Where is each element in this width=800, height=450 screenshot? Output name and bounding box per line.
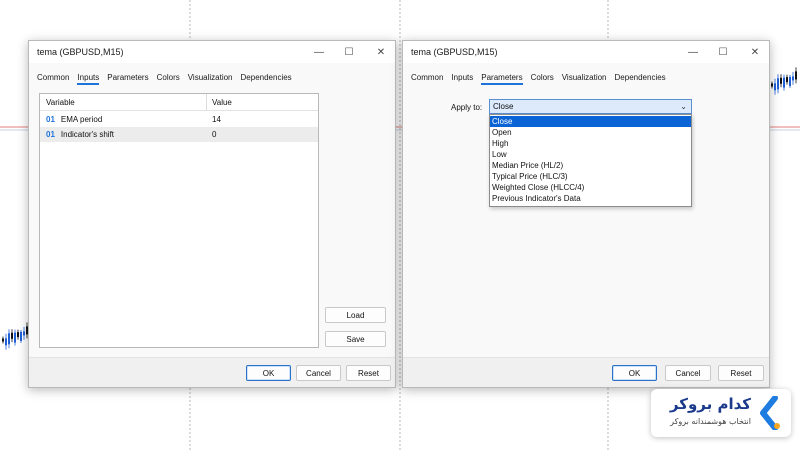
table-row[interactable]: 01 EMA period 14 — [40, 112, 318, 127]
tab-dependencies[interactable]: Dependencies — [615, 73, 666, 84]
minimize-icon[interactable]: — — [684, 44, 702, 60]
reset-button[interactable]: Reset — [346, 365, 391, 381]
int-type-icon: 01 — [46, 130, 55, 139]
dialog-footer: OK Cancel Reset — [29, 357, 395, 387]
grid-header: Variable Value — [40, 94, 318, 111]
candles-right — [771, 67, 797, 95]
tab-common[interactable]: Common — [411, 73, 443, 84]
brand-logo: کدام بروکر انتخاب هوشمندانه بروکر — [651, 389, 791, 437]
row-value-cell[interactable]: 14 — [206, 112, 221, 127]
brand-name: کدام بروکر — [669, 395, 751, 413]
title-bar[interactable]: tema (GBPUSD,M15) — ☐ ✕ — [403, 41, 769, 63]
brand-chevron-icon — [760, 396, 780, 430]
reset-button[interactable]: Reset — [718, 365, 764, 381]
candle-body — [8, 333, 10, 345]
int-type-icon: 01 — [46, 115, 55, 124]
apply-to-value: Close — [493, 102, 514, 111]
candle-body — [11, 332, 13, 339]
candle-body — [17, 332, 19, 338]
dropdown-option[interactable]: Typical Price (HLC/3) — [490, 171, 691, 182]
window-title: tema (GBPUSD,M15) — [411, 47, 498, 57]
variable-name: Indicator's shift — [60, 130, 115, 139]
close-icon[interactable]: ✕ — [746, 44, 764, 60]
tab-inputs[interactable]: Inputs — [451, 73, 473, 84]
apply-to-label: Apply to: — [451, 103, 483, 112]
tab-colors[interactable]: Colors — [531, 73, 554, 84]
candle-body — [786, 77, 788, 83]
tab-bar: Common Inputs Parameters Colors Visualizatio… — [411, 73, 674, 87]
cancel-button[interactable]: Cancel — [665, 365, 711, 381]
dropdown-option[interactable]: High — [490, 138, 691, 149]
title-bar[interactable]: tema (GBPUSD,M15) — ☐ ✕ — [29, 41, 395, 63]
close-icon[interactable]: ✕ — [372, 44, 390, 60]
dropdown-option[interactable]: Close — [490, 116, 691, 127]
candle-body — [783, 77, 785, 88]
dropdown-option[interactable]: Open — [490, 127, 691, 138]
candle-body — [789, 76, 791, 86]
dropdown-option[interactable]: Median Price (HL/2) — [490, 160, 691, 171]
window-title: tema (GBPUSD,M15) — [37, 47, 124, 57]
save-button[interactable]: Save — [325, 331, 386, 347]
tab-visualization[interactable]: Visualization — [562, 73, 607, 84]
apply-to-select[interactable]: Close ⌄ — [489, 99, 692, 114]
dropdown-option[interactable]: Weighted Close (HLCC/4) — [490, 182, 691, 193]
candle-body — [20, 331, 22, 341]
candle-body — [771, 83, 773, 87]
candle-body — [795, 71, 797, 80]
tab-bar: Common Inputs Parameters Colors Visualizatio… — [37, 73, 300, 87]
minimize-icon[interactable]: — — [310, 44, 328, 60]
chevron-down-icon[interactable]: ⌄ — [680, 102, 687, 111]
tab-visualization[interactable]: Visualization — [188, 73, 233, 84]
dropdown-option[interactable]: Low — [490, 149, 691, 160]
candle-body — [14, 332, 16, 343]
apply-to-dropdown-list: Close Open High Low Median Price (HL/2) … — [489, 114, 692, 207]
indicator-dialog-inputs: tema (GBPUSD,M15) — ☐ ✕ Common Inputs Para… — [28, 40, 396, 388]
table-row[interactable]: 01 Indicator's shift 0 — [40, 127, 318, 142]
dialog-footer: OK Cancel Reset — [403, 357, 769, 387]
column-header-value[interactable]: Value — [206, 94, 232, 110]
row-variable-cell: 01 EMA period — [40, 112, 102, 127]
maximize-icon[interactable]: ☐ — [340, 44, 358, 60]
candle-body — [2, 338, 4, 342]
candle-body — [792, 76, 794, 81]
brand-tagline: انتخاب هوشمندانه بروکر — [670, 417, 751, 426]
load-button[interactable]: Load — [325, 307, 386, 323]
candle-body — [777, 78, 779, 90]
ok-button[interactable]: OK — [612, 365, 657, 381]
candle-body — [774, 83, 776, 91]
tab-dependencies[interactable]: Dependencies — [241, 73, 292, 84]
row-variable-cell: 01 Indicator's shift — [40, 127, 114, 142]
tab-parameters[interactable]: Parameters — [107, 73, 148, 84]
inputs-grid: Variable Value 01 EMA period 14 01 Indic… — [39, 93, 319, 348]
tab-common[interactable]: Common — [37, 73, 69, 84]
cancel-button[interactable]: Cancel — [296, 365, 341, 381]
indicator-dialog-parameters: tema (GBPUSD,M15) — ☐ ✕ Common Inputs Para… — [402, 40, 770, 388]
tab-inputs[interactable]: Inputs — [77, 73, 99, 85]
maximize-icon[interactable]: ☐ — [714, 44, 732, 60]
candles-left — [2, 322, 28, 350]
variable-name: EMA period — [60, 115, 103, 124]
dropdown-option[interactable]: Previous Indicator's Data — [490, 193, 691, 204]
candle-body — [23, 331, 25, 336]
ok-button[interactable]: OK — [246, 365, 291, 381]
row-value-cell[interactable]: 0 — [206, 127, 216, 142]
tab-colors[interactable]: Colors — [157, 73, 180, 84]
candle-body — [5, 338, 7, 346]
column-header-variable[interactable]: Variable — [40, 94, 75, 110]
candle-body — [780, 77, 782, 84]
tab-parameters[interactable]: Parameters — [481, 73, 523, 85]
